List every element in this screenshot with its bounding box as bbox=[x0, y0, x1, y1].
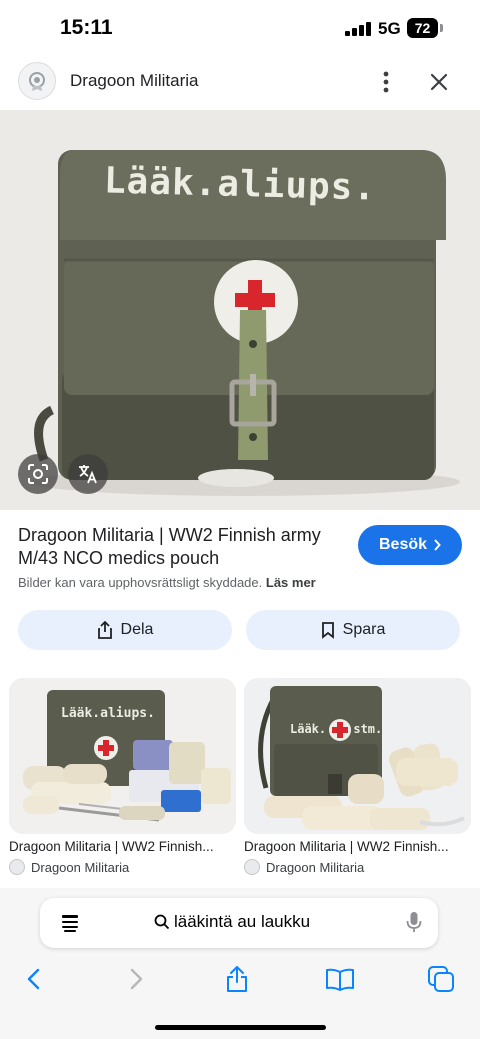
tabs-icon bbox=[428, 966, 454, 992]
settings-badge-icon bbox=[29, 72, 45, 91]
share-button[interactable]: Dela bbox=[18, 610, 232, 650]
result-title-line1: Dragoon Militaria | WW2 Finnish army bbox=[18, 525, 321, 545]
source-favicon-icon bbox=[9, 859, 25, 875]
back-button[interactable] bbox=[16, 962, 50, 996]
status-bar: 15:11 5G 72 bbox=[0, 0, 480, 58]
address-query[interactable]: lääkintä au laukku bbox=[154, 912, 310, 932]
related-thumbnail[interactable]: Lääk.aliups. bbox=[9, 678, 236, 834]
site-name[interactable]: Dragoon Militaria bbox=[70, 71, 199, 91]
share-sheet-icon bbox=[227, 966, 247, 992]
pouch-stencil-text: Lääk.aliups. bbox=[103, 160, 377, 209]
related-source: Dragoon Militaria bbox=[244, 859, 471, 875]
related-card[interactable]: Lääk. stm. Dragoon Militaria | WW2 Finni… bbox=[244, 678, 471, 875]
copyright-notice: Bilder kan vara upphovsrättsligt skyddad… bbox=[18, 575, 316, 590]
search-icon bbox=[154, 914, 170, 930]
status-time: 15:11 bbox=[60, 16, 113, 39]
back-icon bbox=[27, 968, 40, 990]
related-card[interactable]: Lääk.aliups. Dragoon Militaria | WW2 Fin… bbox=[9, 678, 236, 875]
mic-icon[interactable] bbox=[406, 911, 422, 935]
result-header: Dragoon Militaria bbox=[0, 58, 480, 110]
copyright-text: Bilder kan vara upphovsrättsligt skyddad… bbox=[18, 575, 263, 590]
related-photo bbox=[9, 678, 236, 834]
related-thumbnail[interactable]: Lääk. stm. bbox=[244, 678, 471, 834]
bookmarks-button[interactable] bbox=[323, 962, 357, 996]
bookmarks-icon bbox=[326, 968, 354, 991]
network-label: 5G bbox=[378, 19, 401, 38]
translate-icon bbox=[79, 465, 97, 484]
related-source-name: Dragoon Militaria bbox=[266, 859, 365, 875]
battery-icon: 72 bbox=[407, 18, 438, 38]
close-button[interactable] bbox=[425, 68, 453, 96]
address-query-text: lääkintä au laukku bbox=[174, 912, 311, 931]
related-source-name: Dragoon Militaria bbox=[31, 859, 130, 875]
address-bar[interactable]: lääkintä au laukku bbox=[40, 898, 438, 948]
more-vert-icon bbox=[383, 71, 389, 93]
home-indicator bbox=[155, 1025, 326, 1030]
translate-button[interactable] bbox=[68, 454, 108, 494]
reader-icon[interactable] bbox=[60, 913, 80, 933]
lens-icon bbox=[28, 464, 48, 484]
result-title[interactable]: Dragoon Militaria | WW2 Finnish army M/4… bbox=[18, 524, 348, 570]
more-options-button[interactable] bbox=[372, 68, 400, 96]
battery-tip bbox=[440, 24, 443, 32]
main-image[interactable]: Lääk.aliups. bbox=[0, 110, 480, 510]
site-avatar[interactable] bbox=[18, 62, 56, 100]
related-stencil-text: Lääk. stm. bbox=[290, 722, 383, 736]
chevron-right-icon bbox=[434, 539, 441, 551]
related-photo bbox=[244, 678, 471, 834]
visit-button[interactable]: Besök bbox=[358, 525, 462, 565]
save-button[interactable]: Spara bbox=[246, 610, 460, 650]
share-icon bbox=[97, 621, 112, 639]
bookmark-icon bbox=[321, 622, 334, 639]
visit-label: Besök bbox=[378, 536, 428, 553]
browser-toolbar: lääkintä au laukku bbox=[0, 888, 480, 1039]
signal-icon bbox=[345, 22, 371, 36]
close-icon bbox=[430, 73, 448, 91]
share-sheet-button[interactable] bbox=[220, 962, 254, 996]
result-title-line2: M/43 NCO medics pouch bbox=[18, 548, 220, 568]
forward-button[interactable] bbox=[120, 962, 154, 996]
learn-more-link[interactable]: Läs mer bbox=[266, 575, 316, 590]
tabs-button[interactable] bbox=[424, 962, 458, 996]
source-favicon-icon bbox=[244, 859, 260, 875]
forward-icon bbox=[130, 968, 143, 990]
battery-level: 72 bbox=[414, 20, 431, 36]
related-title[interactable]: Dragoon Militaria | WW2 Finnish... bbox=[244, 839, 471, 854]
related-title[interactable]: Dragoon Militaria | WW2 Finnish... bbox=[9, 839, 236, 854]
lens-button[interactable] bbox=[18, 454, 58, 494]
related-stencil-text: Lääk.aliups. bbox=[61, 706, 155, 721]
share-label: Dela bbox=[120, 621, 154, 638]
related-source: Dragoon Militaria bbox=[9, 859, 236, 875]
save-label: Spara bbox=[342, 621, 386, 638]
